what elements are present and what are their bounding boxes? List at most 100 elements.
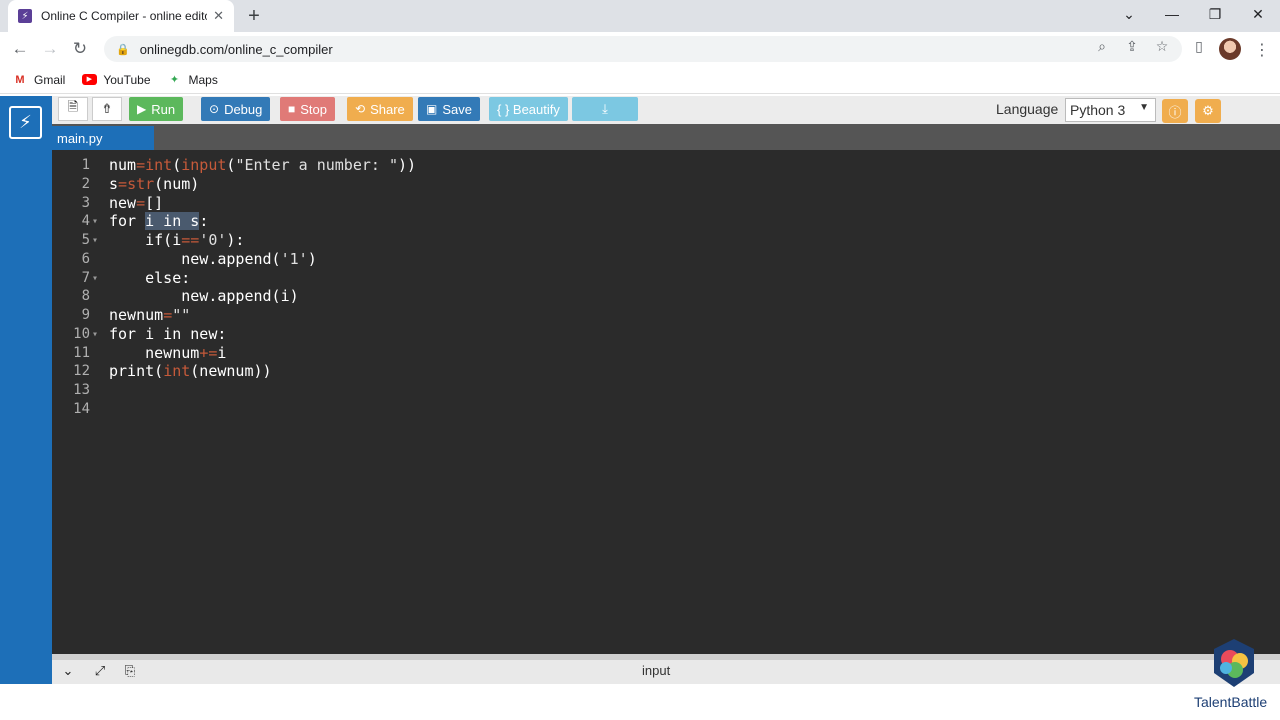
line-number: 14	[73, 400, 90, 417]
close-window-icon[interactable]: ✕	[1246, 4, 1270, 24]
zoom-icon[interactable]: ⌕	[1093, 37, 1111, 55]
code-text: num=int(input("Enter a number: "))	[109, 156, 417, 174]
onlinegdb-favicon-icon: ⚡	[18, 9, 32, 23]
bottom-panel-title: input	[642, 663, 671, 678]
back-arrow-icon[interactable]: ←	[8, 38, 32, 60]
line-number: 12	[73, 363, 90, 380]
save-button[interactable]: ▣ Save	[418, 97, 480, 121]
line-number: 3	[81, 194, 90, 211]
stop-icon: ■	[288, 102, 296, 116]
run-button[interactable]: ▶ Run	[129, 97, 184, 121]
debug-button[interactable]: ⊙ Debug	[201, 97, 271, 121]
download-button[interactable]: ⤓	[572, 97, 638, 121]
page-footer	[0, 684, 1280, 720]
line-number: 9	[81, 307, 90, 323]
bookmark-star-icon[interactable]: ☆	[1153, 37, 1171, 55]
url-text: onlinegdb.com/online_c_compiler	[139, 41, 333, 57]
bookmark-maps[interactable]: ✦ Maps	[167, 73, 218, 87]
restore-icon[interactable]: ❐	[1203, 4, 1227, 24]
code-line[interactable]: 5 ▾ if(i=='0'):	[52, 231, 1280, 250]
code-line[interactable]: 3 new=[]	[52, 194, 1280, 213]
tab-title: Online C Compiler - online editor	[41, 9, 208, 23]
watermark-text: TalentBattle	[1194, 694, 1268, 710]
share-button[interactable]: ⟲ Share	[347, 97, 413, 121]
line-number: 5	[81, 232, 90, 248]
upload-file-icon[interactable]: ⇮	[92, 97, 122, 121]
forward-arrow-icon[interactable]: →	[38, 38, 62, 60]
bookmarks-bar: M Gmail ▶ YouTube ✦ Maps	[0, 66, 1280, 94]
new-file-icon[interactable]: 🗎	[58, 97, 88, 121]
code-line[interactable]: 4 ▾ for i in s:	[52, 212, 1280, 231]
code-text: else:	[109, 268, 191, 287]
line-number: 13	[73, 382, 90, 398]
language-select[interactable]: Python 3 ▼	[1065, 98, 1156, 122]
fold-arrow-icon[interactable]: ▾	[92, 269, 102, 288]
code-line[interactable]: 9 newnum=""	[52, 306, 1280, 325]
profile-avatar[interactable]	[1219, 38, 1241, 60]
save-icon: ▣	[426, 102, 438, 116]
debug-icon: ⊙	[209, 102, 220, 116]
code-line[interactable]: 10 ▾ for i in new:	[52, 325, 1280, 344]
tab-search-chevron-icon[interactable]: ⌄	[1117, 4, 1141, 24]
fold-arrow-icon[interactable]: ▾	[92, 325, 102, 344]
gmail-icon: M	[15, 73, 25, 86]
onlinegdb-app: ⚡ 🗎 ⇮ ▶ Run ⊙ Debug ■ Stop ⟲ Share ▣ Save { }…	[0, 96, 1280, 684]
language-label: Language	[996, 101, 1059, 117]
beautify-button[interactable]: { } Beautify	[489, 97, 568, 121]
code-text: new.append('1')	[109, 249, 317, 268]
youtube-icon: ▶	[81, 74, 97, 86]
code-text: for i in s:	[109, 212, 209, 231]
browser-toolbar: ← → ↻ 🔒 onlinegdb.com/online_c_compiler …	[0, 32, 1280, 66]
code-line[interactable]: 11 newnum+=i	[52, 344, 1280, 363]
bookmark-label: YouTube	[103, 72, 151, 87]
line-number: 8	[81, 288, 90, 305]
collapse-chevron-icon[interactable]: ⌄	[60, 663, 76, 679]
onlinegdb-logo-icon[interactable]: ⚡	[9, 106, 42, 139]
code-line[interactable]: 7 ▾ else:	[52, 269, 1280, 288]
expand-icon[interactable]: ⤢	[92, 663, 108, 679]
lock-icon: 🔒	[116, 43, 130, 56]
browser-tab-active[interactable]: ⚡ Online C Compiler - online editor ✕	[8, 0, 234, 32]
browser-tab-bar: ⚡ Online C Compiler - online editor ✕ + …	[0, 0, 1280, 32]
share-page-icon[interactable]: ⇪	[1123, 37, 1141, 55]
code-line[interactable]: 12 print(int(newnum))	[52, 362, 1280, 381]
file-tab-main[interactable]: main.py	[52, 126, 154, 150]
code-line[interactable]: 8 new.append(i)	[52, 287, 1280, 306]
bookmark-label: Gmail	[34, 72, 66, 87]
file-tabs: main.py	[52, 124, 1280, 150]
gear-icon[interactable]: ⚙	[1195, 99, 1221, 123]
maps-icon: ✦	[169, 74, 180, 86]
code-text: newnum+=i	[109, 343, 227, 362]
line-number: 1	[81, 157, 90, 173]
code-line[interactable]: 14	[52, 400, 1280, 419]
code-text: if(i=='0'):	[109, 231, 245, 249]
minimize-icon[interactable]: —	[1160, 4, 1184, 24]
fold-arrow-icon[interactable]: ▾	[92, 231, 102, 250]
stop-button[interactable]: ■ Stop	[280, 97, 335, 121]
bottom-panel: ⌄ ⤢ ⎘ input	[52, 660, 1280, 684]
bookmark-gmail[interactable]: M Gmail	[12, 73, 65, 87]
info-icon[interactable]: ⓘ	[1162, 99, 1188, 123]
editor-toolbar: 🗎 ⇮ ▶ Run ⊙ Debug ■ Stop ⟲ Share ▣ Save { } B…	[52, 96, 1280, 124]
play-icon: ▶	[137, 102, 147, 116]
code-line[interactable]: 2 s=str(num)	[52, 175, 1280, 194]
code-line[interactable]: 1 num=int(input("Enter a number: "))	[52, 156, 1280, 175]
share-icon: ⟲	[355, 102, 366, 116]
copy-clipboard-icon[interactable]: ⎘	[122, 663, 138, 679]
side-panel-icon[interactable]: ▯	[1190, 37, 1208, 55]
line-number: 10	[73, 325, 90, 342]
code-line[interactable]: 6 new.append('1')	[52, 250, 1280, 269]
code-text: s=str(num)	[109, 174, 200, 193]
bookmark-label: Maps	[188, 72, 218, 87]
code-line[interactable]: 13	[52, 381, 1280, 400]
reload-icon[interactable]: ↻	[68, 38, 92, 60]
code-editor[interactable]: 1 num=int(input("Enter a number: ")) 2 s=st…	[52, 150, 1280, 654]
browser-menu-icon[interactable]: ⋮	[1254, 40, 1270, 60]
fold-arrow-icon[interactable]: ▾	[92, 212, 102, 231]
new-tab-icon[interactable]: +	[244, 5, 264, 27]
code-text: newnum=""	[109, 306, 191, 324]
address-bar[interactable]: 🔒 onlinegdb.com/online_c_compiler	[104, 36, 1182, 62]
close-tab-icon[interactable]: ✕	[213, 8, 224, 24]
code-text: for i in new:	[109, 324, 227, 343]
bookmark-youtube[interactable]: ▶ YouTube	[81, 72, 151, 87]
